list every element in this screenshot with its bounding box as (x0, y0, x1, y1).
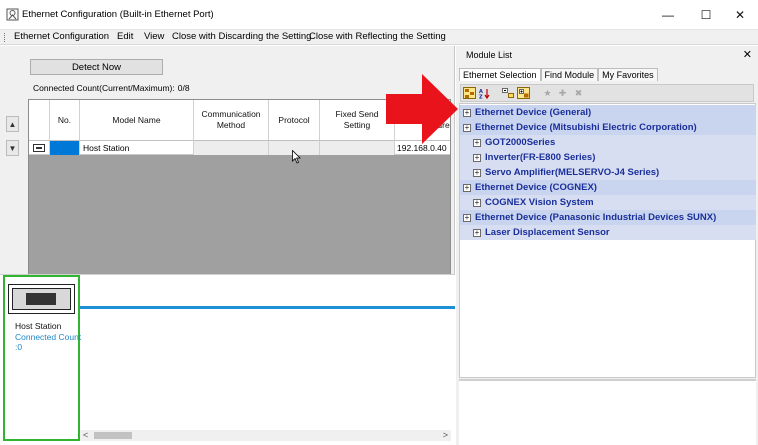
header-model-name[interactable]: Model Name (80, 100, 194, 141)
header-select (29, 100, 50, 141)
tree-item-label: Ethernet Device (COGNEX) (475, 182, 597, 193)
diagram-horizontal-scrollbar[interactable]: < > (80, 430, 451, 441)
tree-item-ethernet-mitsubishi[interactable]: + Ethernet Device (Mitsubishi Electric C… (460, 120, 756, 135)
expand-icon[interactable]: + (463, 213, 471, 222)
expand-all-icon[interactable] (517, 87, 530, 99)
app-icon (6, 8, 19, 21)
network-line (80, 306, 455, 309)
tab-find-module[interactable]: Find Module (540, 68, 599, 81)
station-connected-count: Connected Count :0 (15, 332, 82, 352)
tree-item-ethernet-panasonic[interactable]: + Ethernet Device (Panasonic Industrial … (460, 210, 756, 225)
host-station-node[interactable]: Host Station Connected Count :0 (3, 275, 81, 441)
menu-grip-icon (4, 33, 6, 42)
mouse-cursor-icon (292, 150, 301, 164)
move-down-button[interactable]: ▼ (6, 140, 19, 156)
row-communication-method[interactable] (194, 141, 269, 155)
expand-icon[interactable]: + (473, 228, 481, 237)
tree-item-servo-amplifier[interactable]: + Servo Amplifier(MELSERVO-J4 Series) (460, 165, 756, 180)
menu-view[interactable]: View (144, 31, 164, 42)
tree-item-label: GOT2000Series (485, 137, 556, 148)
module-list-pane: Module List ✕ Ethernet Selection Find Mod… (456, 46, 758, 445)
tab-ethernet-selection[interactable]: Ethernet Selection (459, 68, 541, 81)
tree-item-label: Ethernet Device (Panasonic Industrial De… (475, 212, 717, 223)
module-list-close-icon[interactable]: ✕ (743, 48, 752, 61)
module-info-panel (459, 379, 756, 445)
module-list-toolbar: AZ ★ ✚ ✖ (460, 84, 754, 102)
row-model-name: Host Station (80, 141, 194, 155)
tab-my-favorites[interactable]: My Favorites (598, 68, 658, 81)
menu-bar: Ethernet Configuration Edit View Close w… (0, 30, 758, 45)
tree-item-label: COGNEX Vision System (485, 197, 594, 208)
red-arrow-icon (386, 74, 458, 144)
row-no-cell[interactable] (50, 141, 80, 155)
connected-count: Connected Count(Current/Maximum): 0/8 (33, 83, 190, 93)
tree-item-inverter[interactable]: + Inverter(FR-E800 Series) (460, 150, 756, 165)
sort-category-icon[interactable] (463, 87, 476, 99)
tree-item-label: Servo Amplifier(MELSERVO-J4 Series) (485, 167, 660, 178)
tree-item-label: Ethernet Device (Mitsubishi Electric Cor… (475, 122, 697, 133)
menu-ethernet-configuration[interactable]: Ethernet Configuration (14, 31, 109, 42)
header-protocol[interactable]: Protocol (269, 100, 320, 141)
diagram-scroll-thumb[interactable] (94, 432, 132, 439)
expand-icon[interactable]: + (473, 198, 481, 207)
plc-icon (8, 284, 75, 314)
close-button[interactable]: ✕ (722, 0, 758, 30)
tree-item-label: Inverter(FR-E800 Series) (485, 152, 596, 163)
diagram-scroll-left-icon[interactable]: < (83, 430, 88, 440)
header-fixed-send-setting[interactable]: Fixed Send Setting (320, 100, 395, 141)
sort-alpha-icon[interactable]: AZ (478, 87, 491, 99)
menu-close-reflect[interactable]: Close with Reflecting the Setting (309, 31, 446, 42)
row-station-cell (29, 141, 50, 155)
move-up-button[interactable]: ▲ (6, 116, 19, 132)
add-favorite-icon[interactable]: ★ (541, 87, 554, 99)
module-tree: + Ethernet Device (General) + Ethernet D… (459, 103, 756, 378)
expand-icon[interactable]: + (473, 153, 481, 162)
minimize-button[interactable]: — (650, 0, 686, 30)
tree-item-laser-sensor[interactable]: + Laser Displacement Sensor (460, 225, 756, 240)
svg-text:Z: Z (479, 94, 483, 99)
collapse-all-icon[interactable] (501, 87, 514, 99)
expand-icon[interactable]: + (473, 138, 481, 147)
module-list-tabs: Ethernet Selection Find Module My Favorite… (459, 68, 658, 83)
network-diagram: Host Station Connected Count :0 < > (0, 274, 455, 445)
tree-item-cognex-vision[interactable]: + COGNEX Vision System (460, 195, 756, 210)
window-title: Ethernet Configuration (Built-in Etherne… (22, 9, 214, 20)
diagram-scroll-right-icon[interactable]: > (443, 430, 448, 440)
delete-icon[interactable]: ✖ (572, 87, 585, 99)
station-row-icon (33, 144, 45, 152)
add-icon[interactable]: ✚ (556, 87, 569, 99)
menu-close-discard[interactable]: Close with Discarding the Setting (172, 31, 311, 42)
tree-item-label: Laser Displacement Sensor (485, 227, 610, 238)
connected-count-label: Connected Count(Current/Maximum): (33, 83, 175, 93)
station-name: Host Station (15, 321, 62, 331)
tree-item-label: Ethernet Device (General) (475, 107, 592, 118)
tree-item-got2000[interactable]: + GOT2000Series (460, 135, 756, 150)
menu-edit[interactable]: Edit (117, 31, 133, 42)
expand-icon[interactable]: + (473, 168, 481, 177)
expand-icon[interactable]: + (463, 108, 471, 117)
title-bar: Ethernet Configuration (Built-in Etherne… (0, 0, 758, 30)
expand-icon[interactable]: + (463, 183, 471, 192)
maximize-button[interactable]: ☐ (688, 0, 724, 30)
detect-now-button[interactable]: Detect Now (30, 59, 163, 75)
connected-count-value: 0/8 (177, 83, 190, 93)
tree-item-ethernet-cognex[interactable]: + Ethernet Device (COGNEX) (460, 180, 756, 195)
module-list-title: Module List (466, 50, 513, 60)
row-fixed-send-setting[interactable] (320, 141, 395, 155)
header-communication-method[interactable]: Communication Method (194, 100, 269, 141)
header-no[interactable]: No. (50, 100, 80, 141)
expand-icon[interactable]: + (463, 123, 471, 132)
tree-item-ethernet-general[interactable]: + Ethernet Device (General) (460, 105, 756, 120)
